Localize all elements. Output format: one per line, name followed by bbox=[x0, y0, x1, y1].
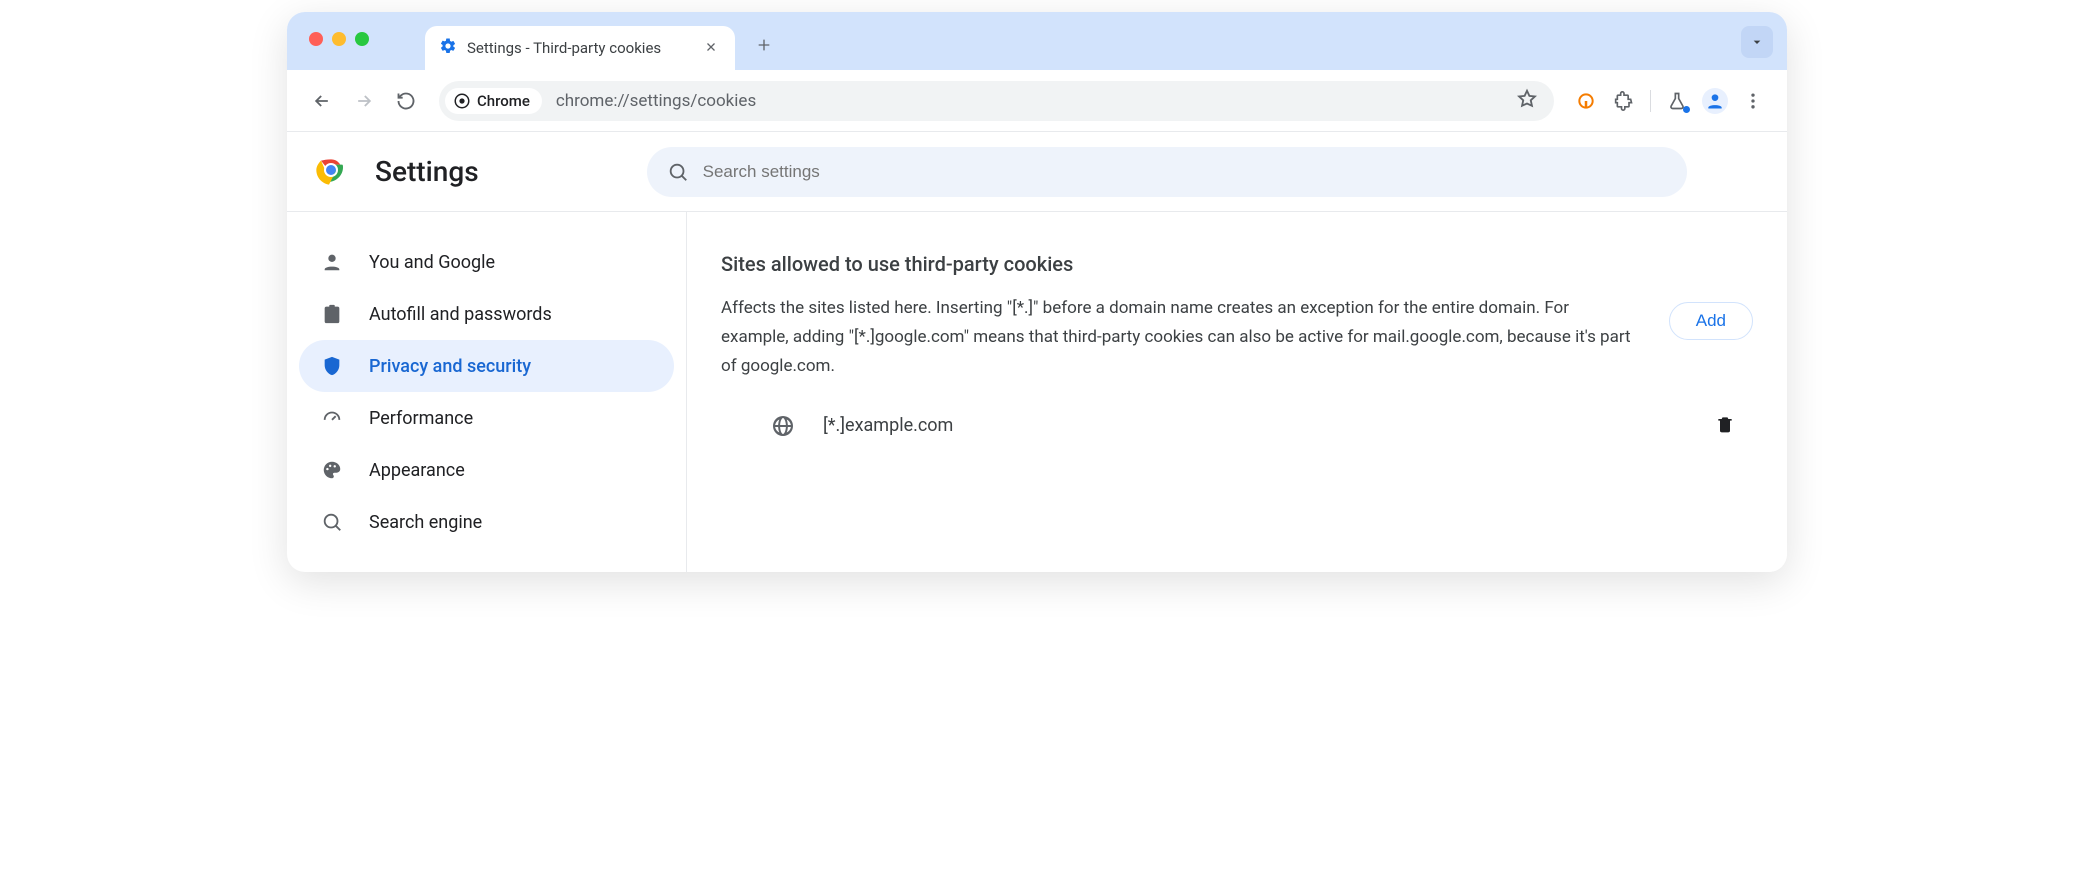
sidebar-item-you-and-google[interactable]: You and Google bbox=[299, 236, 674, 288]
settings-search[interactable] bbox=[647, 147, 1687, 197]
new-tab-button[interactable] bbox=[749, 30, 779, 60]
address-bar[interactable]: Chrome chrome://settings/cookies bbox=[439, 81, 1554, 121]
settings-header: Settings bbox=[287, 132, 1787, 212]
tab-strip: Settings - Third-party cookies bbox=[287, 12, 1787, 70]
close-window-button[interactable] bbox=[309, 32, 323, 46]
sidebar-item-privacy[interactable]: Privacy and security bbox=[299, 340, 674, 392]
bookmark-star-icon[interactable] bbox=[1516, 88, 1538, 114]
window-controls bbox=[309, 32, 369, 46]
section-title: Sites allowed to use third-party cookies bbox=[721, 252, 1753, 276]
speedometer-icon bbox=[321, 407, 343, 429]
sidebar-item-label: Autofill and passwords bbox=[369, 304, 552, 325]
extension-ovpn-icon[interactable] bbox=[1568, 82, 1604, 120]
menu-button[interactable] bbox=[1735, 82, 1771, 120]
reload-button[interactable] bbox=[387, 82, 425, 120]
person-icon bbox=[321, 251, 343, 273]
sidebar-item-search-engine[interactable]: Search engine bbox=[299, 496, 674, 548]
toolbar-divider bbox=[1650, 90, 1651, 112]
sidebar-item-label: You and Google bbox=[369, 252, 495, 273]
settings-title: Settings bbox=[375, 155, 479, 188]
chrome-logo-icon bbox=[315, 154, 347, 190]
chrome-chip-icon bbox=[453, 92, 471, 110]
sidebar-item-autofill[interactable]: Autofill and passwords bbox=[299, 288, 674, 340]
site-pattern: [*.]example.com bbox=[823, 415, 1687, 436]
labs-icon[interactable] bbox=[1659, 82, 1695, 120]
browser-window: Settings - Third-party cookies Chrome bbox=[287, 12, 1787, 572]
sidebar-item-label: Privacy and security bbox=[369, 356, 531, 377]
sidebar-item-label: Search engine bbox=[369, 512, 482, 533]
globe-icon bbox=[771, 414, 795, 438]
sidebar-item-label: Performance bbox=[369, 408, 473, 429]
profile-button[interactable] bbox=[1697, 82, 1733, 120]
search-icon bbox=[321, 511, 343, 533]
shield-icon bbox=[321, 355, 343, 377]
forward-button[interactable] bbox=[345, 82, 383, 120]
avatar-icon bbox=[1702, 88, 1728, 114]
search-icon bbox=[667, 161, 689, 183]
allowed-site-row: [*.]example.com bbox=[721, 395, 1753, 457]
back-button[interactable] bbox=[303, 82, 341, 120]
sidebar-item-appearance[interactable]: Appearance bbox=[299, 444, 674, 496]
trash-icon bbox=[1715, 413, 1735, 435]
browser-tab[interactable]: Settings - Third-party cookies bbox=[425, 26, 735, 70]
toolbar: Chrome chrome://settings/cookies bbox=[287, 70, 1787, 132]
palette-icon bbox=[321, 459, 343, 481]
section-description: Affects the sites listed here. Inserting… bbox=[721, 294, 1639, 381]
settings-search-input[interactable] bbox=[703, 162, 1667, 182]
delete-site-button[interactable] bbox=[1715, 413, 1735, 439]
tab-close-button[interactable] bbox=[701, 37, 721, 60]
url-text: chrome://settings/cookies bbox=[556, 91, 756, 111]
tab-title: Settings - Third-party cookies bbox=[467, 39, 691, 57]
site-chip[interactable]: Chrome bbox=[445, 88, 542, 114]
sidebar-item-label: Appearance bbox=[369, 460, 465, 481]
extensions-icon[interactable] bbox=[1606, 82, 1642, 120]
settings-main: Sites allowed to use third-party cookies… bbox=[687, 212, 1787, 572]
minimize-window-button[interactable] bbox=[332, 32, 346, 46]
site-chip-label: Chrome bbox=[477, 92, 530, 110]
settings-sidebar: You and Google Autofill and passwords Pr… bbox=[287, 212, 687, 572]
settings-body: You and Google Autofill and passwords Pr… bbox=[287, 212, 1787, 572]
clipboard-icon bbox=[321, 303, 343, 325]
add-site-button[interactable]: Add bbox=[1669, 302, 1753, 340]
sidebar-item-performance[interactable]: Performance bbox=[299, 392, 674, 444]
gear-icon bbox=[439, 37, 457, 59]
fullscreen-window-button[interactable] bbox=[355, 32, 369, 46]
toolbar-actions bbox=[1568, 82, 1771, 120]
tab-search-button[interactable] bbox=[1741, 26, 1773, 58]
